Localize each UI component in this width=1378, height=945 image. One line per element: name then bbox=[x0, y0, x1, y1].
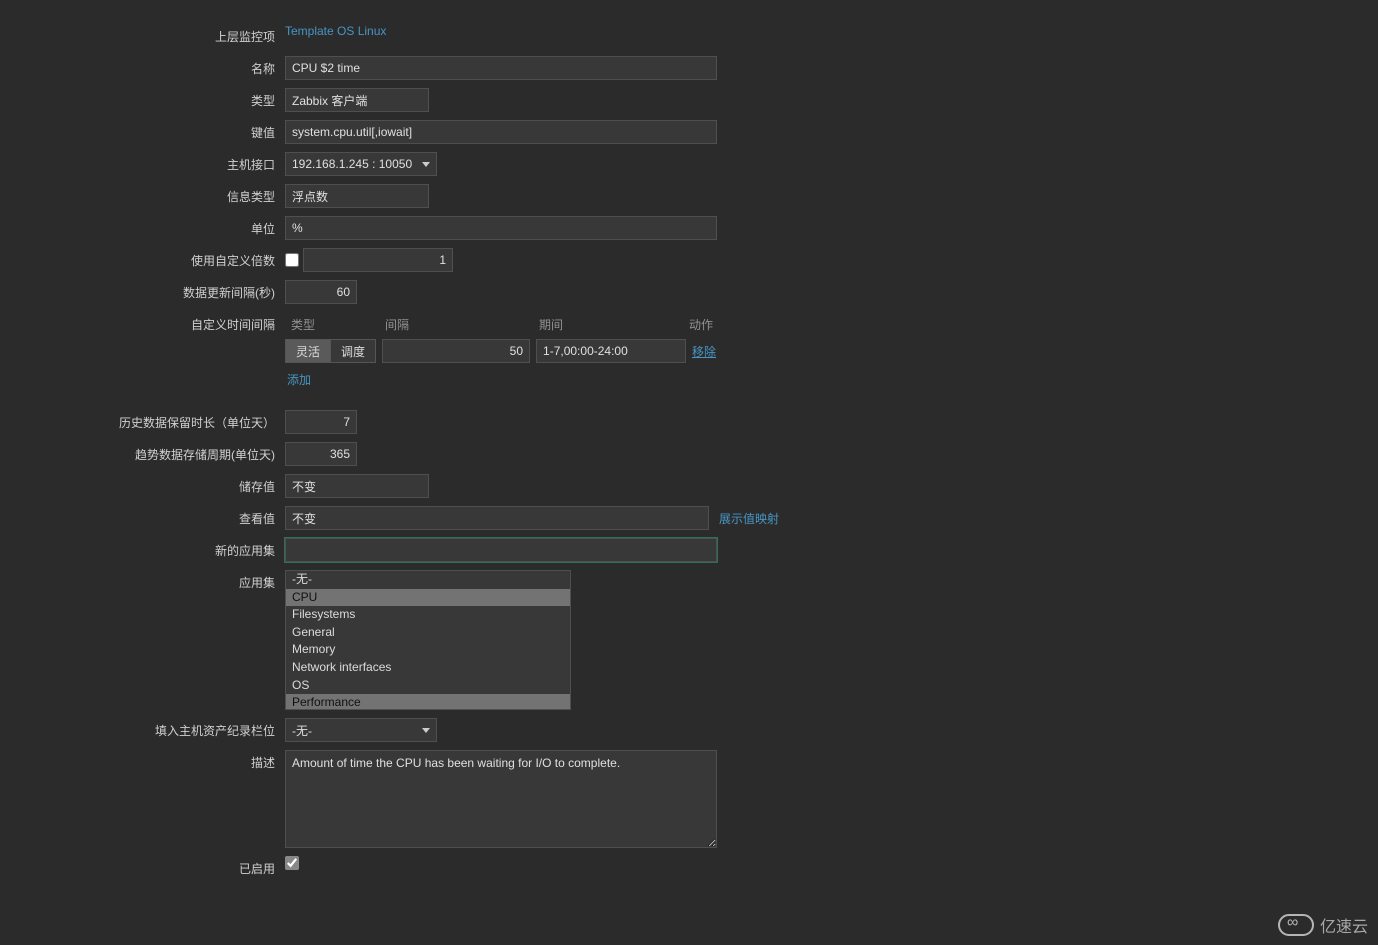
add-interval-link[interactable]: 添加 bbox=[285, 367, 729, 388]
type-value: Zabbix 客户端 bbox=[292, 92, 367, 109]
toggle-flexible[interactable]: 灵活 bbox=[285, 339, 330, 363]
interval-row: 灵活 调度 移除 bbox=[285, 339, 729, 363]
host-inventory-select[interactable]: -无- bbox=[285, 718, 437, 742]
interval-type-toggle: 灵活 调度 bbox=[285, 339, 376, 363]
label-host-interface: 主机接口 bbox=[0, 150, 285, 173]
application-option[interactable]: CPU bbox=[286, 589, 570, 607]
label-applications: 应用集 bbox=[0, 568, 285, 591]
label-type: 类型 bbox=[0, 86, 285, 109]
label-units: 单位 bbox=[0, 214, 285, 237]
info-type-select[interactable]: 浮点数 bbox=[285, 184, 429, 208]
label-host-inventory: 填入主机资产纪录栏位 bbox=[0, 716, 285, 739]
applications-listbox[interactable]: -无-CPUFilesystemsGeneralMemoryNetwork in… bbox=[285, 570, 571, 710]
update-interval-input[interactable] bbox=[285, 280, 357, 304]
multiplier-input[interactable] bbox=[303, 248, 453, 272]
info-type-value: 浮点数 bbox=[292, 188, 328, 205]
watermark: 亿速云 bbox=[1278, 913, 1368, 937]
host-interface-select[interactable]: 192.168.1.245 : 10050 bbox=[285, 152, 437, 176]
show-value: 不变 bbox=[292, 510, 316, 527]
label-custom-intervals: 自定义时间间隔 bbox=[0, 310, 285, 333]
application-option[interactable]: Memory bbox=[286, 641, 570, 659]
type-select[interactable]: Zabbix 客户端 bbox=[285, 88, 429, 112]
intervals-header: 类型 间隔 期间 动作 bbox=[285, 312, 729, 339]
host-inventory-value: -无- bbox=[292, 722, 312, 739]
label-update-interval: 数据更新间隔(秒) bbox=[0, 278, 285, 301]
units-input[interactable] bbox=[285, 216, 717, 240]
label-show-value: 查看值 bbox=[0, 504, 285, 527]
label-store-value: 储存值 bbox=[0, 472, 285, 495]
parent-template-link[interactable]: Template OS Linux bbox=[285, 24, 386, 38]
interval-value-input[interactable] bbox=[382, 339, 530, 363]
multiplier-checkbox[interactable] bbox=[285, 253, 299, 267]
new-application-input[interactable] bbox=[285, 538, 717, 562]
col-type: 类型 bbox=[285, 316, 379, 333]
description-textarea[interactable] bbox=[285, 750, 717, 848]
trends-input[interactable] bbox=[285, 442, 357, 466]
col-action: 动作 bbox=[689, 316, 729, 333]
chevron-down-icon bbox=[422, 728, 430, 733]
label-enabled: 已启用 bbox=[0, 854, 285, 877]
store-value: 不变 bbox=[292, 478, 316, 495]
host-interface-value: 192.168.1.245 : 10050 bbox=[292, 157, 412, 171]
toggle-scheduling[interactable]: 调度 bbox=[330, 339, 376, 363]
label-name: 名称 bbox=[0, 54, 285, 77]
item-form: 上层监控项 Template OS Linux 名称 类型 Zabbix 客户端… bbox=[0, 0, 1378, 880]
key-input[interactable] bbox=[285, 120, 717, 144]
enabled-checkbox[interactable] bbox=[285, 856, 299, 870]
chevron-down-icon bbox=[422, 162, 430, 167]
application-option[interactable]: -无- bbox=[286, 571, 570, 589]
store-value-select[interactable]: 不变 bbox=[285, 474, 429, 498]
col-period: 期间 bbox=[533, 316, 689, 333]
col-interval: 间隔 bbox=[379, 316, 533, 333]
application-option[interactable]: OS bbox=[286, 677, 570, 695]
remove-interval-link[interactable]: 移除 bbox=[692, 343, 716, 360]
label-info-type: 信息类型 bbox=[0, 182, 285, 205]
history-input[interactable] bbox=[285, 410, 357, 434]
label-description: 描述 bbox=[0, 748, 285, 771]
name-input[interactable] bbox=[285, 56, 717, 80]
application-option[interactable]: Performance bbox=[286, 694, 570, 710]
show-value-select[interactable]: 不变 bbox=[285, 506, 709, 530]
application-option[interactable]: General bbox=[286, 624, 570, 642]
application-option[interactable]: Network interfaces bbox=[286, 659, 570, 677]
interval-period-input[interactable] bbox=[536, 339, 686, 363]
label-new-app: 新的应用集 bbox=[0, 536, 285, 559]
label-key: 键值 bbox=[0, 118, 285, 141]
label-multiplier: 使用自定义倍数 bbox=[0, 246, 285, 269]
custom-intervals-table: 类型 间隔 期间 动作 灵活 调度 移除 添加 bbox=[285, 312, 729, 388]
label-parent: 上层监控项 bbox=[0, 22, 285, 45]
label-trends: 趋势数据存储周期(单位天) bbox=[0, 440, 285, 463]
application-option[interactable]: Filesystems bbox=[286, 606, 570, 624]
show-value-mappings-link[interactable]: 展示值映射 bbox=[719, 510, 779, 527]
label-history: 历史数据保留时长（单位天） bbox=[0, 408, 285, 431]
watermark-text: 亿速云 bbox=[1320, 913, 1368, 937]
cloud-icon bbox=[1278, 914, 1314, 936]
